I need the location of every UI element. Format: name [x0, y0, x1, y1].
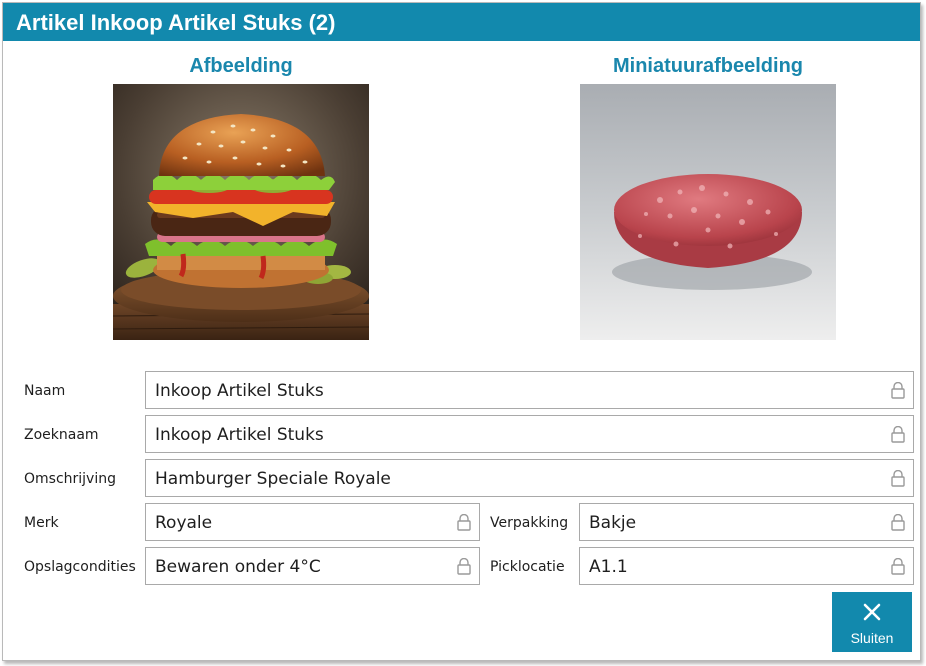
picklocatie-label: Picklocatie	[490, 559, 565, 575]
lock-icon	[457, 514, 471, 531]
close-button-label: Sluiten	[850, 630, 894, 646]
opslagcondities-field[interactable]: Bewaren onder 4°C	[145, 547, 480, 585]
picklocatie-field[interactable]: A1.1	[579, 547, 914, 585]
opslagcondities-value: Bewaren onder 4°C	[155, 557, 321, 577]
title-bar: Artikel Inkoop Artikel Stuks (2)	[3, 3, 920, 41]
omschrijving-value: Hamburger Speciale Royale	[155, 469, 391, 489]
close-button[interactable]: Sluiten	[832, 592, 912, 652]
omschrijving-field[interactable]: Hamburger Speciale Royale	[145, 459, 914, 497]
lock-icon	[891, 470, 905, 487]
lock-icon	[891, 382, 905, 399]
zoeknaam-label: Zoeknaam	[24, 427, 99, 443]
naam-value: Inkoop Artikel Stuks	[155, 381, 324, 401]
naam-label: Naam	[24, 383, 66, 399]
burger-patty-image	[580, 84, 836, 340]
merk-value: Royale	[155, 513, 213, 533]
dialog-window: Artikel Inkoop Artikel Stuks (2) Afbeeld…	[2, 2, 921, 661]
lock-icon	[891, 426, 905, 443]
naam-field[interactable]: Inkoop Artikel Stuks	[145, 371, 914, 409]
verpakking-value: Bakje	[589, 513, 637, 533]
window-title: Artikel Inkoop Artikel Stuks (2)	[16, 10, 336, 35]
merk-field[interactable]: Royale	[145, 503, 480, 541]
lock-icon	[457, 558, 471, 575]
merk-label: Merk	[24, 515, 59, 531]
opslagcondities-label: Opslagcondities	[24, 559, 136, 575]
lock-icon	[891, 558, 905, 575]
close-icon	[863, 603, 881, 621]
hamburger-image	[113, 84, 369, 340]
picklocatie-value: A1.1	[589, 557, 628, 577]
zoeknaam-value: Inkoop Artikel Stuks	[155, 425, 324, 445]
verpakking-field[interactable]: Bakje	[579, 503, 914, 541]
thumbnail-heading: Miniatuurafbeelding	[613, 55, 803, 77]
lock-icon	[891, 514, 905, 531]
verpakking-label: Verpakking	[490, 515, 569, 531]
omschrijving-label: Omschrijving	[24, 471, 116, 487]
zoeknaam-field[interactable]: Inkoop Artikel Stuks	[145, 415, 914, 453]
image-heading: Afbeelding	[189, 55, 293, 77]
